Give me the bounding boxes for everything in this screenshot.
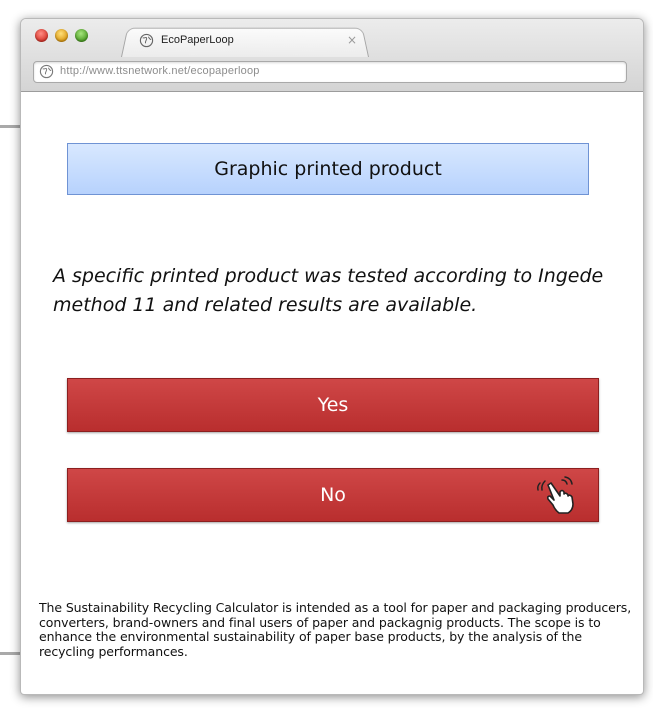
browser-window: EcoPaperLoop × http://www.ttsnetwork.net… <box>20 18 644 695</box>
zoom-window-button[interactable] <box>75 29 88 42</box>
url-text: http://www.ttsnetwork.net/ecopaperloop <box>60 65 260 77</box>
window-controls <box>35 29 88 42</box>
yes-button-label: Yes <box>317 394 349 416</box>
question-text: A specific printed product was tested ac… <box>53 265 604 316</box>
description-text: The Sustainability Recycling Calculator … <box>39 600 632 659</box>
address-bar[interactable]: http://www.ttsnetwork.net/ecopaperloop <box>33 61 627 83</box>
page-edge-top <box>0 125 20 128</box>
close-window-button[interactable] <box>35 29 48 42</box>
page-edge-bottom <box>0 652 20 655</box>
tab-close-icon[interactable]: × <box>347 33 357 47</box>
no-button[interactable]: No <box>67 468 599 522</box>
tab-title: EcoPaperLoop <box>161 34 234 46</box>
no-button-label: No <box>320 484 346 506</box>
tab-content: EcoPaperLoop × <box>139 32 359 52</box>
globe-icon <box>139 33 154 48</box>
minimize-window-button[interactable] <box>55 29 68 42</box>
browser-chrome: EcoPaperLoop × http://www.ttsnetwork.net… <box>21 19 643 92</box>
yes-button[interactable]: Yes <box>67 378 599 432</box>
hand-pointer-icon <box>537 476 574 514</box>
page-title: Graphic printed product <box>67 143 589 195</box>
globe-icon <box>39 64 54 79</box>
